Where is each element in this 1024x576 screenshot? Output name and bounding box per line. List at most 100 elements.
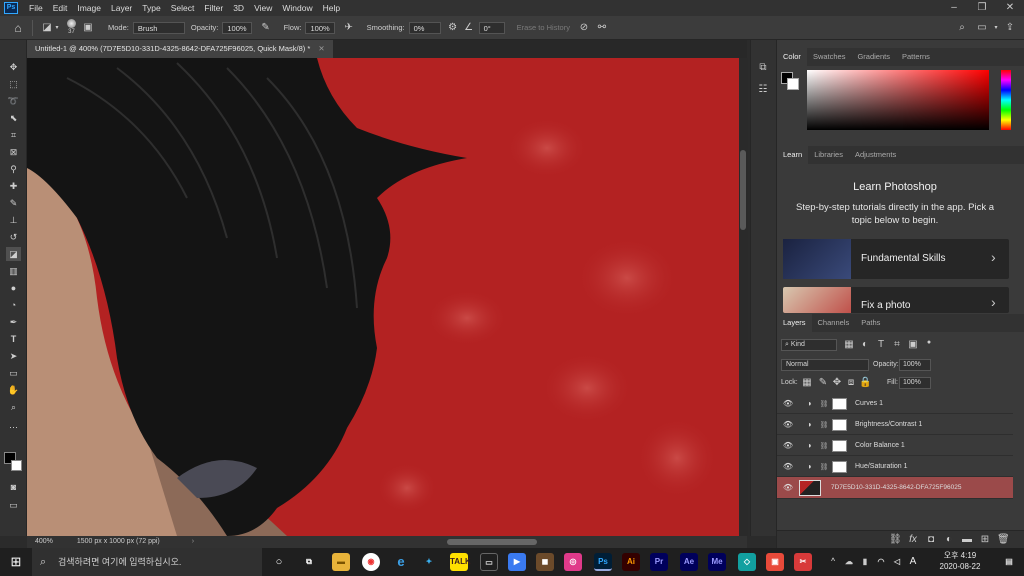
menu-image[interactable]: Image xyxy=(72,0,106,16)
edge-icon[interactable]: e xyxy=(392,553,410,571)
taskbar-search-box[interactable]: ⌕ 검색하려면 여기에 입력하십시오. xyxy=(32,548,262,576)
tab-libraries[interactable]: Libraries xyxy=(808,146,849,164)
lock-all-icon[interactable]: 🔒 xyxy=(859,377,871,389)
visibility-eye-icon[interactable]: 👁 xyxy=(781,483,795,492)
fx-icon[interactable]: fx xyxy=(907,534,919,546)
menu-filter[interactable]: Filter xyxy=(199,0,228,16)
layer-row[interactable]: 👁 ◑ ⛓ Curves 1 xyxy=(777,394,1013,414)
gear-icon[interactable]: ⚙ xyxy=(447,22,459,34)
app-icon[interactable]: ▭ xyxy=(480,553,498,571)
opacity-input[interactable]: 100% xyxy=(222,21,252,34)
twitter-icon[interactable]: ✦ xyxy=(420,553,438,571)
scrollbar-thumb[interactable] xyxy=(740,150,746,230)
photoshop-taskbar-icon[interactable]: Ps xyxy=(594,553,612,571)
quick-mask-icon[interactable]: ◙ xyxy=(6,480,21,494)
app-icon[interactable]: ◇ xyxy=(738,553,756,571)
minimize-icon[interactable]: – xyxy=(940,0,968,16)
layer-mask-thumbnail[interactable] xyxy=(832,460,847,473)
pressure-opacity-icon[interactable]: ✎ xyxy=(260,22,272,34)
smoothing-input[interactable]: 0% xyxy=(408,21,441,34)
visibility-eye-icon[interactable]: 👁 xyxy=(781,462,795,471)
kakaotalk-icon[interactable]: TALK xyxy=(450,553,471,571)
chrome-icon[interactable]: ◉ xyxy=(362,553,380,571)
background-color-swatch[interactable] xyxy=(11,460,22,471)
history-brush-tool-icon[interactable]: ↺ xyxy=(6,230,21,244)
tab-channels[interactable]: Channels xyxy=(812,314,856,332)
mode-dropdown[interactable]: Brush xyxy=(132,21,185,34)
brush-size-picker[interactable]: 37 xyxy=(67,19,76,36)
search-icon[interactable]: ⌕ xyxy=(956,22,968,34)
ime-indicator[interactable]: A xyxy=(904,553,922,571)
blur-tool-icon[interactable]: ● xyxy=(6,281,21,295)
menu-edit[interactable]: Edit xyxy=(48,0,73,16)
zoom-level[interactable]: 400% xyxy=(35,538,53,545)
link-icon[interactable]: ⛓ xyxy=(819,421,829,429)
restore-icon[interactable]: ❐ xyxy=(968,0,996,16)
media-encoder-icon[interactable]: Me xyxy=(708,553,726,571)
adjustment-filter-icon[interactable]: ◐ xyxy=(859,339,871,351)
type-filter-icon[interactable]: T xyxy=(875,339,887,351)
cortana-icon[interactable]: ○ xyxy=(270,553,288,571)
clock[interactable]: 오후 4:19 2020-08-22 xyxy=(928,550,992,572)
link-icon[interactable]: ⛓ xyxy=(819,463,829,471)
close-tab-icon[interactable]: ✕ xyxy=(318,44,324,53)
layer-row[interactable]: 👁 ◑ ⛓ Color Balance 1 xyxy=(777,436,1013,456)
layer-opacity-input[interactable]: 100% xyxy=(899,359,931,371)
visibility-eye-icon[interactable]: 👁 xyxy=(781,441,795,450)
menu-help[interactable]: Help xyxy=(318,0,345,16)
fill-input[interactable]: 100% xyxy=(899,377,931,389)
lasso-tool-icon[interactable]: ➰ xyxy=(6,94,21,108)
horizontal-scrollbar-thumb[interactable] xyxy=(447,539,537,545)
notifications-icon[interactable]: ▤ xyxy=(1000,553,1018,571)
learn-card-fix-a-photo[interactable]: Fix a photo › xyxy=(783,287,1009,313)
blend-mode-dropdown[interactable]: Normal xyxy=(781,359,869,371)
app-icon[interactable]: ◼ xyxy=(536,553,554,571)
erase-to-history-checkbox[interactable]: Erase to History xyxy=(517,23,570,32)
illustrator-icon[interactable]: Ai xyxy=(622,553,640,571)
layer-row[interactable]: 👁 ◑ ⛓ Hue/Saturation 1 xyxy=(777,457,1013,477)
shape-filter-icon[interactable]: ⌗ xyxy=(891,339,903,351)
kind-filter-dropdown[interactable]: ⌕ Kind xyxy=(781,339,837,351)
tab-color[interactable]: Color xyxy=(777,48,807,66)
quick-select-tool-icon[interactable]: ⬉ xyxy=(6,111,21,125)
more-tools-icon[interactable]: ⋯ xyxy=(6,420,21,434)
rectangle-tool-icon[interactable]: ▭ xyxy=(6,366,21,380)
path-select-tool-icon[interactable]: ➤ xyxy=(6,349,21,363)
lock-transparent-icon[interactable]: ▦ xyxy=(801,377,813,389)
hue-slider[interactable] xyxy=(1001,70,1011,130)
frame-tool-icon[interactable]: ⊠ xyxy=(6,145,21,159)
menu-window[interactable]: Window xyxy=(277,0,317,16)
history-panel-icon[interactable]: ⧉ xyxy=(757,62,769,74)
smart-object-filter-icon[interactable]: ▣ xyxy=(907,339,919,351)
type-tool-icon[interactable]: T xyxy=(6,332,21,346)
clone-stamp-tool-icon[interactable]: ⊥ xyxy=(6,213,21,227)
eyedropper-tool-icon[interactable]: ⚲ xyxy=(6,162,21,176)
menu-file[interactable]: File xyxy=(24,0,48,16)
task-view-icon[interactable]: ⧉ xyxy=(300,553,318,571)
menu-view[interactable]: View xyxy=(249,0,277,16)
color-field[interactable] xyxy=(807,70,989,130)
layer-row[interactable]: 👁 ◑ ⛓ Brightness/Contrast 1 xyxy=(777,415,1013,435)
vertical-scrollbar[interactable] xyxy=(739,58,748,536)
tab-adjustments[interactable]: Adjustments xyxy=(849,146,902,164)
windows-start-icon[interactable]: ⊞ xyxy=(10,555,22,568)
menu-type[interactable]: Type xyxy=(137,0,165,16)
app-icon[interactable]: ▣ xyxy=(766,553,784,571)
pixel-filter-icon[interactable]: ▦ xyxy=(843,339,855,351)
marquee-tool-icon[interactable]: ⬚ xyxy=(6,77,21,91)
dodge-tool-icon[interactable]: ◔ xyxy=(6,298,21,312)
brush-settings-icon[interactable]: ▣ xyxy=(82,22,94,34)
canvas[interactable] xyxy=(27,58,739,536)
tab-patterns[interactable]: Patterns xyxy=(896,48,936,66)
tab-swatches[interactable]: Swatches xyxy=(807,48,852,66)
group-folder-icon[interactable]: ▬ xyxy=(961,534,973,546)
link-icon[interactable]: ⛓ xyxy=(819,442,829,450)
eraser-tool-icon[interactable]: ◪ xyxy=(41,22,53,34)
flow-input[interactable]: 100% xyxy=(305,21,335,34)
screen-mode-icon[interactable]: ▭ xyxy=(6,498,21,512)
angle-input[interactable]: 0° xyxy=(478,21,505,34)
premiere-icon[interactable]: Pr xyxy=(650,553,668,571)
layer-mask-thumbnail[interactable] xyxy=(832,439,847,452)
add-mask-icon[interactable]: ◘ xyxy=(925,534,937,546)
filter-toggle-icon[interactable]: ● xyxy=(923,337,935,349)
